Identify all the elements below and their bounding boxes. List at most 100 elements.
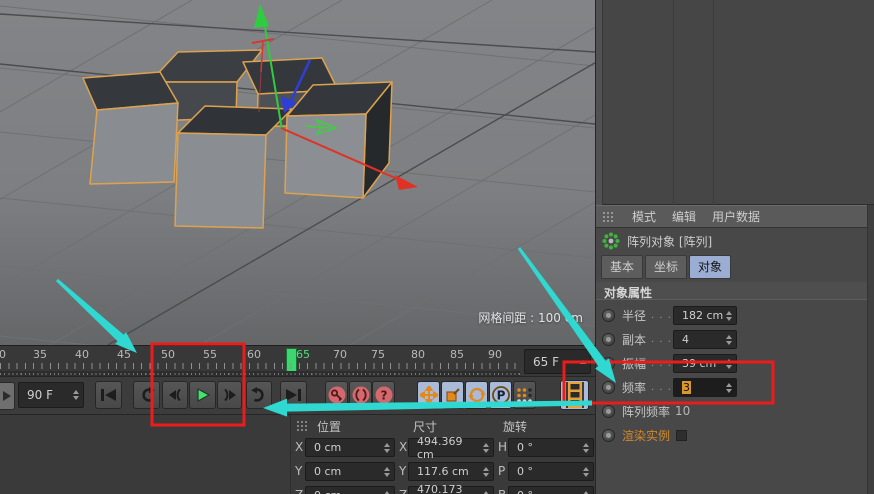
bottom-bar: 位置 尺寸 旋转 X 0 cm X 494.369 cm H 0 ° Y 0 c (0, 414, 595, 494)
timeline-mode-button[interactable] (560, 380, 589, 410)
record-rotation-toggle[interactable] (465, 381, 488, 409)
tick-50[interactable]: 50 (161, 348, 175, 361)
record-position-toggle[interactable] (417, 381, 440, 409)
rot-h-field[interactable]: 0 ° (508, 438, 594, 457)
play-forward-button[interactable] (189, 381, 216, 409)
end-frame-field[interactable]: 65 F (524, 349, 591, 374)
tick-55[interactable]: 55 (203, 348, 217, 361)
tick-90[interactable]: 90 (488, 348, 502, 361)
pos-y-field[interactable]: 0 cm (305, 462, 395, 481)
tick-30[interactable]: 30 (0, 348, 6, 361)
menu-userdata[interactable]: 用户数据 (712, 208, 760, 225)
parameter-icon: P (491, 386, 510, 404)
section-object-properties[interactable]: 对象属性 (596, 282, 874, 300)
goto-end-button[interactable] (280, 381, 307, 409)
frame-stepper[interactable] (71, 390, 80, 400)
previous-frame-icon (169, 388, 181, 402)
timeline-ruler[interactable]: 30 35 40 45 50 55 60 65 70 75 80 85 90 6… (0, 345, 595, 376)
tick-70[interactable]: 70 (333, 348, 347, 361)
position-header: 位置 (317, 420, 342, 434)
partial-play-button[interactable] (0, 382, 15, 410)
pos-z-stepper[interactable] (382, 490, 391, 494)
rot-p-stepper[interactable] (581, 466, 590, 477)
size-x-field[interactable]: 494.369 cm (408, 435, 494, 461)
size-x-stepper[interactable] (481, 442, 490, 453)
autokey-button[interactable] (349, 381, 372, 409)
attr-row-copies: 副本 . . . 4 (596, 327, 874, 351)
menu-mode[interactable]: 模式 (632, 208, 656, 225)
keying-options-button[interactable]: ? (372, 381, 395, 409)
amplitude-field[interactable]: 39 cm (673, 354, 737, 373)
previous-frame-button[interactable] (162, 381, 188, 409)
tick-75[interactable]: 75 (371, 348, 385, 361)
rot-h-value: 0 ° (517, 441, 533, 454)
tick-35[interactable]: 35 (33, 348, 47, 361)
panel-grip-icon[interactable] (296, 420, 310, 432)
rot-b-field[interactable]: 0 ° (508, 486, 594, 494)
attr-row-frequency: 频率 . . . 3 (596, 375, 874, 399)
tick-45[interactable]: 45 (117, 348, 131, 361)
tick-65-current[interactable]: 65 (296, 348, 310, 361)
attribute-manager-menubar: 模式 编辑 用户数据 (596, 205, 874, 228)
array-cubes[interactable] (82, 49, 393, 229)
keyframe-dot-icon[interactable] (603, 357, 614, 369)
keyframe-dot-icon[interactable] (603, 405, 614, 417)
cube-right[interactable] (284, 81, 393, 199)
record-parameter-toggle[interactable]: P (489, 381, 512, 409)
previous-key-button[interactable] (133, 381, 160, 409)
keyframe-dot-icon[interactable] (603, 333, 614, 345)
size-y-field[interactable]: 117.6 cm (408, 462, 494, 481)
keyframe-dot-icon[interactable] (603, 429, 614, 441)
array-frequency-value[interactable]: 10 (675, 404, 690, 418)
size-y-label: Y (399, 464, 407, 478)
tick-80[interactable]: 80 (411, 348, 425, 361)
copies-stepper[interactable] (724, 334, 733, 345)
cube-left[interactable] (82, 71, 179, 185)
previous-key-icon (141, 387, 155, 402)
size-z-stepper[interactable] (481, 490, 490, 494)
copies-field[interactable]: 4 (673, 330, 737, 349)
tab-coordinates[interactable]: 坐标 (645, 255, 688, 279)
panel-splitter[interactable] (596, 0, 603, 205)
pos-x-stepper[interactable] (382, 442, 391, 453)
size-z-field[interactable]: 470.173 cm (408, 483, 494, 494)
size-y-value: 117.6 cm (417, 465, 469, 478)
object-manager-panel[interactable] (596, 0, 874, 205)
tick-40[interactable]: 40 (75, 348, 89, 361)
viewport-3d[interactable]: 网格间距 : 100 cm (0, 0, 874, 397)
menu-edit[interactable]: 编辑 (672, 208, 696, 225)
radius-field[interactable]: 182 cm (673, 306, 737, 325)
amplitude-stepper[interactable] (724, 358, 733, 369)
next-key-button[interactable] (246, 381, 272, 409)
pos-x-field[interactable]: 0 cm (305, 438, 395, 457)
tick-85[interactable]: 85 (450, 348, 464, 361)
render-instances-checkbox[interactable] (676, 429, 688, 441)
frequency-stepper[interactable] (724, 382, 733, 393)
goto-start-button[interactable] (95, 381, 122, 409)
next-frame-button[interactable] (217, 381, 242, 409)
rot-b-stepper[interactable] (581, 490, 590, 494)
point-level-animation-toggle[interactable] (513, 381, 536, 409)
record-keyframe-button[interactable] (325, 381, 348, 409)
rot-p-field[interactable]: 0 ° (508, 462, 594, 481)
pos-z-field[interactable]: 0 cm (305, 486, 395, 494)
radius-stepper[interactable] (724, 310, 733, 321)
rot-h-stepper[interactable] (581, 442, 590, 453)
record-scale-toggle[interactable] (441, 381, 464, 409)
tab-basic[interactable]: 基本 (601, 255, 644, 279)
tick-60[interactable]: 60 (247, 348, 261, 361)
keyframe-dot-icon[interactable] (603, 381, 614, 393)
attr-row-array-frequency: 阵列频率 10 (596, 399, 874, 423)
end-frame-stepper[interactable] (578, 359, 587, 364)
current-frame-field[interactable]: 90 F (18, 382, 84, 408)
pos-y-stepper[interactable] (382, 466, 391, 477)
cube-center-front[interactable] (174, 105, 293, 229)
attribute-scrollbar[interactable] (867, 205, 874, 494)
size-y-stepper[interactable] (481, 466, 490, 477)
question-icon: ? (375, 386, 392, 404)
tab-object[interactable]: 对象 (689, 255, 732, 279)
rotation-header: 旋转 (503, 420, 528, 434)
menubar-grip-icon[interactable] (602, 211, 616, 223)
frequency-field-editing[interactable]: 3 (673, 378, 737, 397)
keyframe-dot-icon[interactable] (603, 309, 614, 321)
